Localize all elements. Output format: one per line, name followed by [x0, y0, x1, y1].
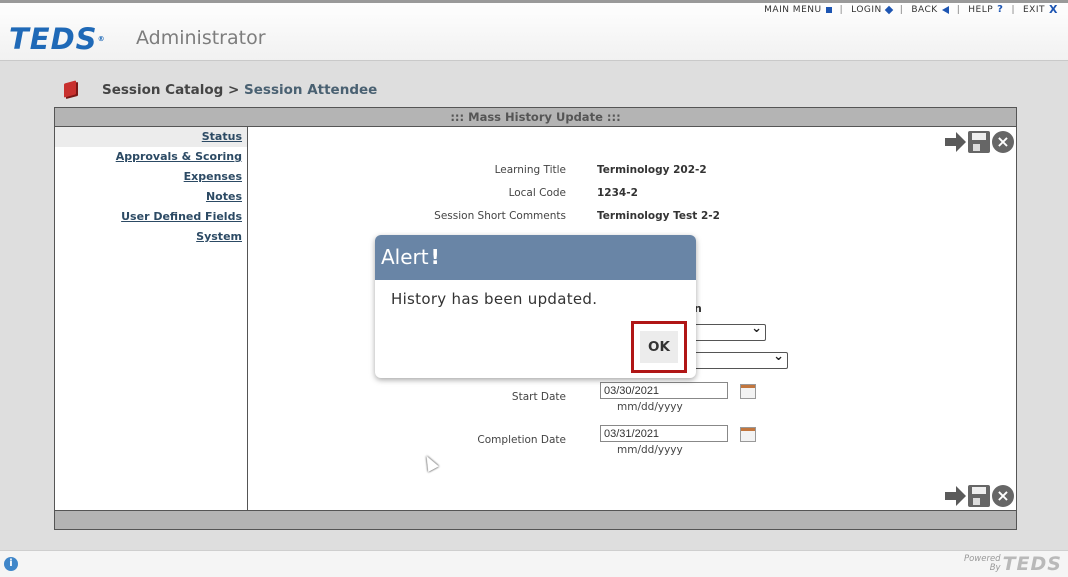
- exit-label: EXIT: [1023, 4, 1046, 15]
- info-icon[interactable]: i: [4, 557, 18, 571]
- close-x-icon: X: [1049, 3, 1058, 16]
- by-label: By: [989, 563, 1001, 573]
- local-code-value: 1234-2: [597, 187, 638, 199]
- grade-select[interactable]: [688, 349, 788, 369]
- back-label: BACK: [911, 4, 938, 15]
- question-icon: ?: [997, 4, 1004, 15]
- powered-by-text: Powered By: [964, 555, 1001, 573]
- registered-mark: ®: [97, 35, 106, 43]
- session-comments-label: Session Short Comments: [434, 210, 566, 222]
- breadcrumb-current: Session Attendee: [244, 82, 378, 98]
- top-menu: MAIN MENU | LOGIN | BACK | HELP ? | EXIT…: [764, 3, 1058, 16]
- menu-separator: |: [899, 4, 904, 15]
- session-comments-value: Terminology Test 2-2: [597, 210, 720, 222]
- learning-title-label: Learning Title: [494, 164, 566, 176]
- login-link[interactable]: LOGIN: [851, 4, 894, 15]
- close-icon[interactable]: ×: [992, 131, 1014, 153]
- completion-date-input[interactable]: [600, 425, 728, 442]
- help-link[interactable]: HELP ?: [968, 4, 1003, 15]
- bottom-toolbar: ×: [944, 485, 1014, 507]
- nav-item-notes[interactable]: Notes: [55, 187, 247, 207]
- nav-item-system[interactable]: System: [55, 227, 247, 247]
- save-icon[interactable]: [968, 485, 990, 507]
- ok-button[interactable]: OK: [640, 331, 678, 363]
- square-icon: [825, 6, 832, 13]
- completion-date-format-hint: mm/dd/yyyy: [617, 444, 683, 456]
- menu-separator: |: [956, 4, 961, 15]
- back-arrow-icon: [941, 5, 949, 14]
- panel-title: ::: Mass History Update :::: [55, 108, 1016, 127]
- panel-footer: [55, 510, 1016, 529]
- breadcrumb: Session Catalog > Session Attendee: [64, 80, 377, 98]
- save-icon[interactable]: [968, 131, 990, 153]
- status-select[interactable]: [688, 321, 766, 341]
- menu-separator: |: [1011, 4, 1015, 15]
- ok-highlight-frame: OK: [631, 321, 687, 373]
- menu-separator: |: [839, 4, 844, 15]
- exclamation-icon: !: [430, 245, 440, 269]
- start-date-input[interactable]: [600, 382, 728, 399]
- next-arrow-icon[interactable]: [944, 485, 966, 507]
- exit-link[interactable]: EXIT X: [1023, 3, 1058, 16]
- breadcrumb-parent[interactable]: Session Catalog: [102, 82, 223, 98]
- logo-text: TEDS: [9, 22, 98, 56]
- breadcrumb-separator: >: [228, 82, 240, 98]
- diamond-icon: [884, 5, 894, 14]
- book-icon: [64, 80, 76, 98]
- teds-logo: TEDS®: [9, 24, 106, 54]
- nav-item-expenses[interactable]: Expenses: [55, 167, 247, 187]
- alert-dialog: Alert! History has been updated. OK: [375, 235, 696, 378]
- login-label: LOGIN: [851, 4, 882, 15]
- learning-title-value: Terminology 202-2: [597, 164, 707, 176]
- powered-by-logo: Powered By TEDS: [964, 553, 1062, 575]
- close-icon[interactable]: ×: [992, 485, 1014, 507]
- alert-header: Alert!: [375, 235, 696, 280]
- completion-date-label: Completion Date: [477, 434, 566, 446]
- nav-item-approvals-scoring[interactable]: Approvals & Scoring: [55, 147, 247, 167]
- footer-logo-text: TEDS: [1002, 553, 1062, 575]
- local-code-label: Local Code: [508, 187, 566, 199]
- calendar-icon[interactable]: [740, 384, 756, 399]
- alert-message: History has been updated.: [391, 290, 598, 308]
- top-bar: MAIN MENU | LOGIN | BACK | HELP ? | EXIT…: [0, 0, 1068, 61]
- main-menu-label: MAIN MENU: [764, 4, 822, 15]
- app-name: Administrator: [136, 27, 266, 49]
- alert-title: Alert: [381, 245, 429, 269]
- nav-item-status[interactable]: Status: [55, 127, 247, 147]
- calendar-icon[interactable]: [740, 427, 756, 442]
- breadcrumb-text: Session Catalog > Session Attendee: [102, 82, 377, 98]
- start-date-format-hint: mm/dd/yyyy: [617, 401, 683, 413]
- top-toolbar: ×: [944, 131, 1014, 153]
- status-bar: i Powered By TEDS: [0, 550, 1068, 577]
- back-link[interactable]: BACK: [911, 4, 949, 15]
- start-date-label: Start Date: [511, 391, 566, 403]
- next-arrow-icon[interactable]: [944, 131, 966, 153]
- help-label: HELP: [968, 4, 994, 15]
- main-menu-link[interactable]: MAIN MENU: [764, 4, 832, 15]
- nav-item-user-defined-fields[interactable]: User Defined Fields: [55, 207, 247, 227]
- left-nav: Status Approvals & Scoring Expenses Note…: [55, 127, 248, 510]
